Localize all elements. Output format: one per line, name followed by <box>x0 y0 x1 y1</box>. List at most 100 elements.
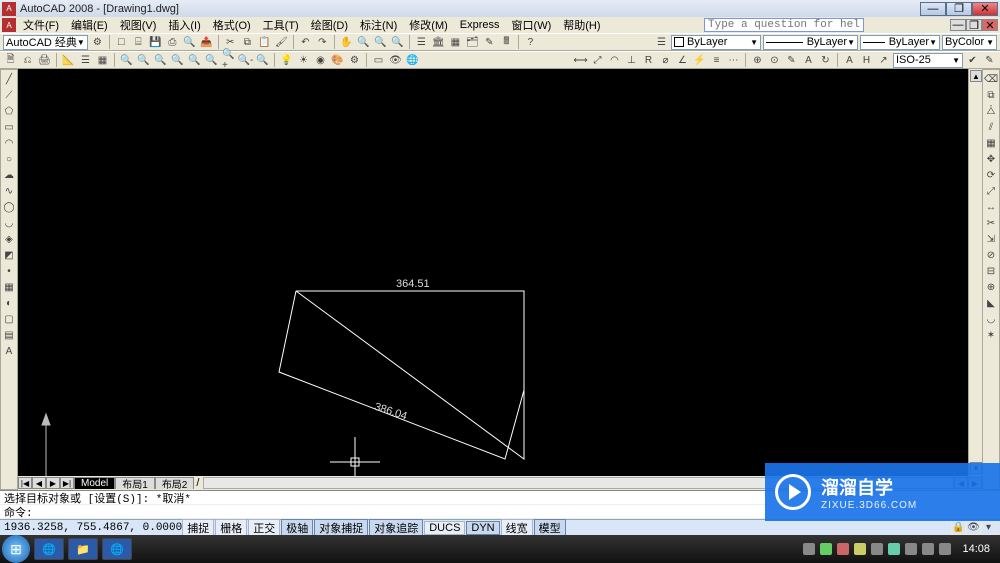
light-icon[interactable]: 💡 <box>279 53 294 68</box>
move-icon[interactable]: ✥ <box>984 152 999 167</box>
menu-file[interactable]: 文件(F) <box>18 17 64 33</box>
zoom-prev-icon[interactable]: 🔍 <box>390 35 405 50</box>
doc-restore-button[interactable]: ❐ <box>966 19 982 31</box>
dim-update-icon[interactable]: ↻ <box>818 53 833 68</box>
trim-icon[interactable]: ✂ <box>984 216 999 231</box>
taskbar-pin-1[interactable]: 🌐 <box>34 538 64 560</box>
insert-block-icon[interactable]: ◈ <box>2 232 17 247</box>
line-icon[interactable]: ╱ <box>2 72 17 87</box>
undo-icon[interactable]: ↶ <box>298 35 313 50</box>
print-preview-icon[interactable]: 🔍 <box>182 35 197 50</box>
menu-express[interactable]: Express <box>455 19 505 31</box>
dim-aligned-icon[interactable]: ⤢ <box>590 53 605 68</box>
taskbar-pin-3[interactable]: 🌐 <box>102 538 132 560</box>
dim-radius-icon[interactable]: R <box>641 53 656 68</box>
markup-icon[interactable]: ✎ <box>482 35 497 50</box>
extend-icon[interactable]: ⇲ <box>984 232 999 247</box>
status-annoscale-icon[interactable]: 🔒 <box>951 520 966 535</box>
cut-icon[interactable]: ✂ <box>223 35 238 50</box>
sun-icon[interactable]: ☀ <box>296 53 311 68</box>
dim-style-edit-icon[interactable]: ✎ <box>982 53 997 68</box>
dim-ord-icon[interactable]: ⊥ <box>624 53 639 68</box>
mtext-icon[interactable]: A <box>2 344 17 359</box>
doc-minimize-button[interactable]: — <box>950 19 966 31</box>
redo-icon[interactable]: ↷ <box>315 35 330 50</box>
point-icon[interactable]: • <box>2 264 17 279</box>
toggle-ducs[interactable]: DUCS <box>424 521 465 535</box>
help-search-input[interactable] <box>704 18 864 32</box>
zoom-obj-icon[interactable]: 🔍 <box>204 53 219 68</box>
zoom-window-icon[interactable]: 🔍 <box>373 35 388 50</box>
stretch-icon[interactable]: ↔ <box>984 200 999 215</box>
zoom-all-icon[interactable]: 🔍 <box>255 53 270 68</box>
start-button[interactable]: ⊞ <box>2 535 30 563</box>
zoom-in-icon[interactable]: 🔍+ <box>221 53 236 68</box>
polygon-icon[interactable]: ⬠ <box>2 104 17 119</box>
zoom-dyn-icon[interactable]: 🔍 <box>153 53 168 68</box>
tb2-6-icon[interactable]: ▦ <box>95 53 110 68</box>
menu-dim[interactable]: 标注(N) <box>355 17 402 33</box>
dim-style-A-icon[interactable]: A <box>842 53 857 68</box>
design-center-icon[interactable]: 🏛 <box>431 35 446 50</box>
dim-style-dropdown[interactable]: ISO-25▼ <box>893 53 963 68</box>
render-icon[interactable]: 🎨 <box>330 53 345 68</box>
close-button[interactable]: ✕ <box>972 2 998 16</box>
tray-icon-8[interactable] <box>922 543 934 555</box>
dim-style-set-icon[interactable]: ✔ <box>965 53 980 68</box>
save-icon[interactable]: 💾 <box>148 35 163 50</box>
material-icon[interactable]: ◉ <box>313 53 328 68</box>
viewport-icon[interactable]: ▭ <box>371 53 386 68</box>
chamfer-icon[interactable]: ◣ <box>984 296 999 311</box>
layer-color-dropdown[interactable]: ByLayer▼ <box>671 35 761 50</box>
menu-modify[interactable]: 修改(M) <box>404 17 453 33</box>
break-icon[interactable]: ⊟ <box>984 264 999 279</box>
table-icon[interactable]: ▤ <box>2 328 17 343</box>
array-icon[interactable]: ▦ <box>984 136 999 151</box>
toggle-polar[interactable]: 极轴 <box>281 519 313 537</box>
explode-icon[interactable]: ✶ <box>984 328 999 343</box>
status-tray-icon[interactable]: ▾ <box>981 520 996 535</box>
workspace-dropdown[interactable]: AutoCAD 经典▼ <box>3 35 88 50</box>
linetype-dropdown[interactable]: ByLayer▼ <box>763 35 858 50</box>
sheet-set-icon[interactable]: 🗂 <box>465 35 480 50</box>
toggle-osnap[interactable]: 对象捕捉 <box>314 519 368 537</box>
minimize-button[interactable]: — <box>920 2 946 16</box>
offset-icon[interactable]: ⫽ <box>984 120 999 135</box>
dim-linear-icon[interactable]: ⟷ <box>573 53 588 68</box>
erase-icon[interactable]: ⌫ <box>984 72 999 87</box>
tray-icon-6[interactable] <box>888 543 900 555</box>
dim-base-icon[interactable]: ≡ <box>709 53 724 68</box>
spline-icon[interactable]: ∿ <box>2 184 17 199</box>
render-set-icon[interactable]: ⚙ <box>347 53 362 68</box>
named-views-icon[interactable]: 👁 <box>388 53 403 68</box>
tab-last-icon[interactable]: ▶| <box>60 477 74 489</box>
pan-icon[interactable]: ✋ <box>339 35 354 50</box>
dim-arc-icon[interactable]: ◠ <box>607 53 622 68</box>
circle-icon[interactable]: ○ <box>2 152 17 167</box>
tab-next-icon[interactable]: ▶ <box>46 477 60 489</box>
hatch-icon[interactable]: ▦ <box>2 280 17 295</box>
scale-icon[interactable]: ⤢ <box>984 184 999 199</box>
new-icon[interactable]: □ <box>114 35 129 50</box>
properties-icon[interactable]: ☰ <box>414 35 429 50</box>
lineweight-dropdown[interactable]: ByLayer▼ <box>860 35 940 50</box>
region-icon[interactable]: ▢ <box>2 312 17 327</box>
taskbar-clock[interactable]: 14:08 <box>962 543 990 555</box>
print-icon[interactable]: ⎙ <box>165 35 180 50</box>
workspace-settings-icon[interactable]: ⚙ <box>90 35 105 50</box>
tab-first-icon[interactable]: |◀ <box>18 477 32 489</box>
toggle-model[interactable]: 模型 <box>534 519 566 537</box>
restore-button[interactable]: ❐ <box>946 2 972 16</box>
dim-edit-icon[interactable]: ✎ <box>784 53 799 68</box>
tb2-5-icon[interactable]: ☰ <box>78 53 93 68</box>
zoom-win2-icon[interactable]: 🔍 <box>136 53 151 68</box>
toggle-grid[interactable]: 栅格 <box>215 519 247 537</box>
tab-model[interactable]: Model <box>74 477 115 489</box>
tb2-4-icon[interactable]: 📐 <box>61 53 76 68</box>
toggle-ortho[interactable]: 正交 <box>248 519 280 537</box>
scroll-up-icon[interactable]: ▲ <box>970 70 982 82</box>
3dorbit-icon[interactable]: 🌐 <box>405 53 420 68</box>
toggle-lwt[interactable]: 线宽 <box>501 519 533 537</box>
menu-insert[interactable]: 插入(I) <box>163 17 205 33</box>
tray-icon-3[interactable] <box>837 543 849 555</box>
